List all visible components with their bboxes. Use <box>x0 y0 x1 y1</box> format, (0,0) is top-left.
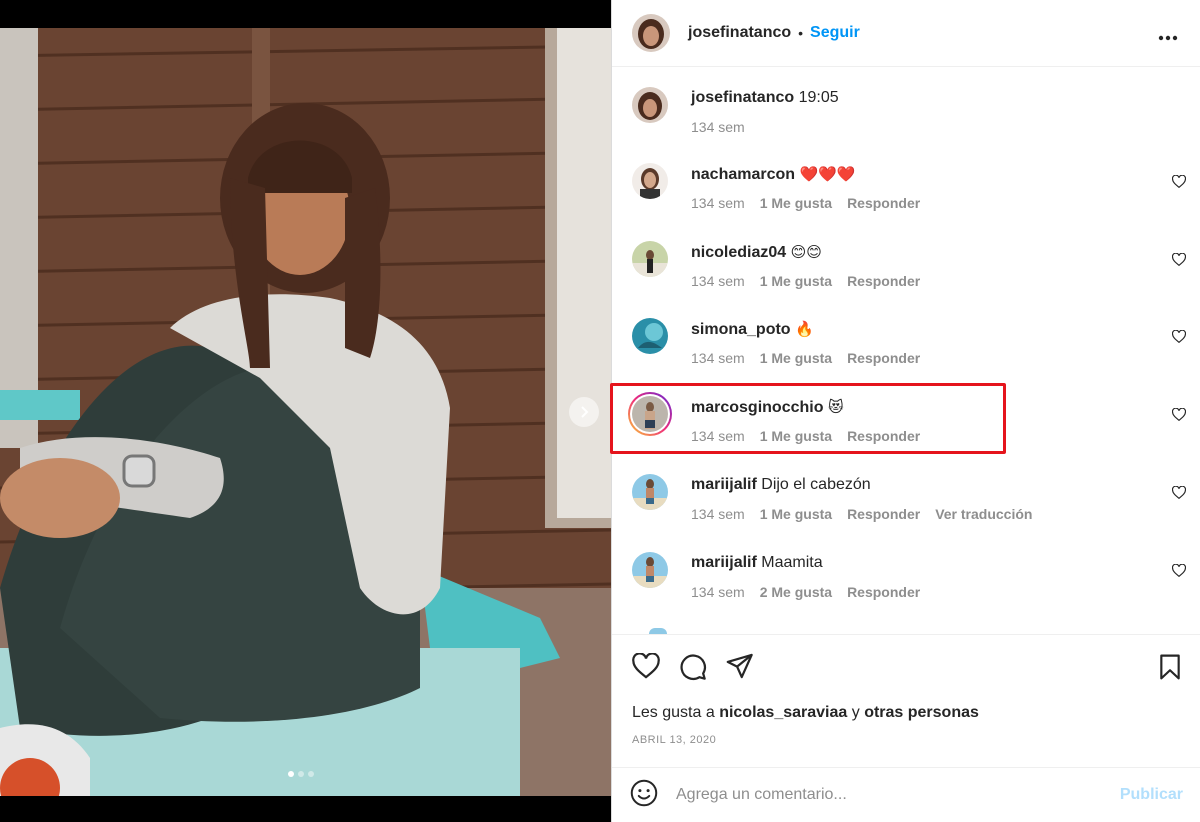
comment-likes[interactable]: 2 Me gusta <box>760 584 832 600</box>
slide-indicator <box>288 771 314 777</box>
slide-dot <box>308 771 314 777</box>
post-actions: Les gusta a nicolas_saraviaa y otras per… <box>612 634 1200 765</box>
comment-likes[interactable]: 1 Me gusta <box>760 273 832 289</box>
avatar-story-ring[interactable] <box>628 392 672 436</box>
comment-text: Maamita <box>761 554 823 571</box>
comment-text: 🔥 <box>795 320 814 338</box>
reply-button[interactable]: Responder <box>847 506 920 522</box>
avatar-image <box>632 14 670 52</box>
reply-button[interactable]: Responder <box>847 350 920 366</box>
avatar[interactable] <box>632 474 668 510</box>
next-slide-button[interactable] <box>569 397 599 427</box>
like-comment-heart-icon[interactable] <box>1171 174 1187 193</box>
post-header: josefinatanco • Seguir <box>612 0 1200 67</box>
comment-time[interactable]: 134 sem <box>691 584 745 600</box>
header-separator: • <box>798 25 804 41</box>
emoji-picker-icon[interactable] <box>630 779 658 812</box>
caption-text: 19:05 <box>798 89 839 106</box>
comment-input[interactable] <box>676 786 1096 804</box>
post-media <box>0 0 611 822</box>
comments-list[interactable]: josefinatanco 19:05 134 sem nachamarcon … <box>612 68 1200 634</box>
comment-likes[interactable]: 1 Me gusta <box>760 350 832 366</box>
likes-summary: Les gusta a nicolas_saraviaa y otras per… <box>632 704 979 722</box>
likes-user-link[interactable]: nicolas_saraviaa <box>719 704 847 721</box>
comment-username[interactable]: simona_poto <box>691 321 791 338</box>
comment-likes[interactable]: 1 Me gusta <box>760 506 832 522</box>
post-details-panel: josefinatanco • Seguir josefinatanco 19:… <box>611 0 1200 822</box>
follow-button[interactable]: Seguir <box>810 24 860 42</box>
like-comment-heart-icon[interactable] <box>1171 252 1187 271</box>
likes-prefix: Les gusta a <box>632 704 715 721</box>
comment-username[interactable]: nicolediaz04 <box>691 244 786 261</box>
bookmark-icon[interactable] <box>1158 654 1182 685</box>
comment-text: 😻 <box>827 398 844 416</box>
comment-composer: Publicar <box>612 767 1200 822</box>
post-photo <box>0 28 611 796</box>
more-options-icon[interactable] <box>1158 21 1178 47</box>
share-paper-plane-icon[interactable] <box>726 653 754 686</box>
caption-username[interactable]: josefinatanco <box>691 89 794 106</box>
comment-time[interactable]: 134 sem <box>691 506 745 522</box>
comment-text: Dijo el cabezón <box>761 476 871 493</box>
chevron-right-icon <box>581 406 589 418</box>
publish-button[interactable]: Publicar <box>1120 786 1183 804</box>
avatar[interactable] <box>632 163 668 199</box>
comment-text: ❤️❤️❤️ <box>799 165 856 183</box>
like-comment-heart-icon[interactable] <box>1171 329 1187 348</box>
comment-bubble-icon[interactable] <box>679 653 707 686</box>
avatar[interactable] <box>632 241 668 277</box>
avatar[interactable] <box>632 14 670 52</box>
comment-text: 😊😊 <box>790 243 822 261</box>
post-photo-illustration <box>0 28 611 796</box>
avatar[interactable] <box>632 552 668 588</box>
comment-time[interactable]: 134 sem <box>691 273 745 289</box>
header-username[interactable]: josefinatanco <box>688 24 791 42</box>
comment-likes[interactable]: 1 Me gusta <box>760 195 832 211</box>
comment-username[interactable]: marcosginocchio <box>691 399 823 416</box>
comment-likes[interactable]: 1 Me gusta <box>760 428 832 444</box>
likes-others-link[interactable]: otras personas <box>864 704 979 721</box>
avatar[interactable] <box>632 318 668 354</box>
slide-dot <box>288 771 294 777</box>
comment-time[interactable]: 134 sem <box>691 195 745 211</box>
like-comment-heart-icon[interactable] <box>1171 485 1187 504</box>
reply-button[interactable]: Responder <box>847 428 920 444</box>
caption-time[interactable]: 134 sem <box>691 119 745 135</box>
translate-button[interactable]: Ver traducción <box>935 506 1032 522</box>
comment-username[interactable]: nachamarcon <box>691 166 795 183</box>
comment-time[interactable]: 134 sem <box>691 428 745 444</box>
like-heart-icon[interactable] <box>632 652 660 686</box>
reply-button[interactable]: Responder <box>847 273 920 289</box>
likes-joiner: y <box>851 704 860 721</box>
comment-username[interactable]: mariijalif <box>691 476 757 493</box>
reply-button[interactable]: Responder <box>847 195 920 211</box>
avatar[interactable] <box>632 87 668 123</box>
reply-button[interactable]: Responder <box>847 584 920 600</box>
post-date[interactable]: ABRIL 13, 2020 <box>632 734 716 746</box>
comment-username[interactable]: mariijalif <box>691 554 757 571</box>
slide-dot <box>298 771 304 777</box>
like-comment-heart-icon[interactable] <box>1171 407 1187 426</box>
comment-time[interactable]: 134 sem <box>691 350 745 366</box>
like-comment-heart-icon[interactable] <box>1171 563 1187 582</box>
